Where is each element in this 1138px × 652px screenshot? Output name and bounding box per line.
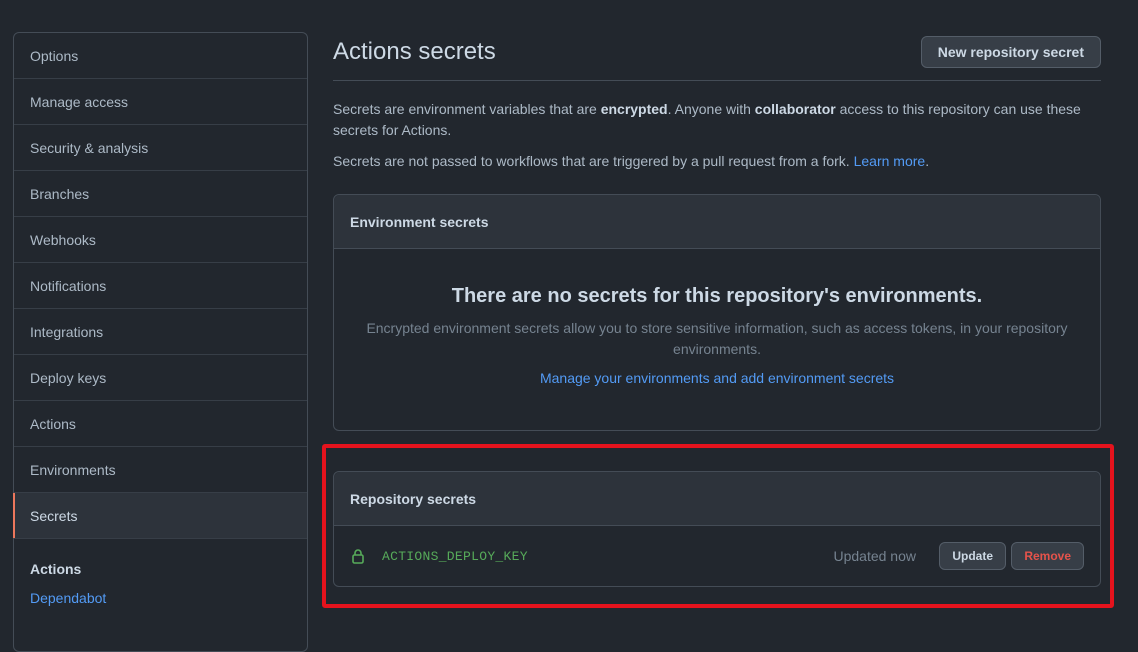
secret-row: ACTIONS_DEPLOY_KEY Updated now Update Re… — [334, 526, 1100, 586]
environment-secrets-box: Environment secrets There are no secrets… — [333, 194, 1101, 431]
page-header: Actions secrets New repository secret — [333, 36, 1101, 81]
desc-text: . Anyone with — [667, 101, 755, 117]
environment-secrets-blankslate: There are no secrets for this repository… — [334, 249, 1100, 386]
page-title: Actions secrets — [333, 38, 496, 65]
sidebar-item-manage-access[interactable]: Manage access — [14, 79, 307, 125]
sidebar-link-dependabot[interactable]: Dependabot — [14, 577, 307, 606]
settings-sidebar: Options Manage access Security & analysi… — [13, 32, 308, 652]
desc-collaborator: collaborator — [754, 101, 836, 117]
sidebar-item-options[interactable]: Options — [14, 33, 307, 79]
repository-secrets-box: Repository secrets ACTIONS_DEPLOY_KEY Up… — [333, 471, 1101, 587]
new-repository-secret-button[interactable]: New repository secret — [920, 36, 1101, 68]
fork-note-text: Secrets are not passed to workflows that… — [333, 153, 854, 169]
sidebar-item-branches[interactable]: Branches — [14, 171, 307, 217]
secret-name: ACTIONS_DEPLOY_KEY — [382, 548, 528, 564]
manage-environments-link[interactable]: Manage your environments and add environ… — [540, 370, 894, 386]
sidebar-item-actions[interactable]: Actions — [14, 401, 307, 447]
sidebar-item-notifications[interactable]: Notifications — [14, 263, 307, 309]
secret-updated-time: Updated now — [833, 548, 916, 564]
lock-icon — [352, 549, 364, 564]
sidebar-item-environments[interactable]: Environments — [14, 447, 307, 493]
fork-note-end: . — [925, 153, 930, 169]
blankslate-title: There are no secrets for this repository… — [451, 285, 983, 307]
blankslate-description: Encrypted environment secrets allow you … — [366, 320, 1068, 357]
desc-text: Secrets are environment variables that a… — [333, 101, 601, 117]
sidebar-item-deploy-keys[interactable]: Deploy keys — [14, 355, 307, 401]
learn-more-link[interactable]: Learn more — [854, 153, 926, 169]
environment-secrets-header: Environment secrets — [334, 195, 1100, 249]
update-secret-button[interactable]: Update — [939, 542, 1006, 570]
sidebar-subsection-title: Actions — [30, 561, 82, 577]
sidebar-item-security-analysis[interactable]: Security & analysis — [14, 125, 307, 171]
sidebar-item-integrations[interactable]: Integrations — [14, 309, 307, 355]
main-content: Actions secrets New repository secret Se… — [333, 36, 1101, 587]
sidebar-item-webhooks[interactable]: Webhooks — [14, 217, 307, 263]
sidebar-item-secrets[interactable]: Secrets — [13, 493, 307, 539]
fork-note: Secrets are not passed to workflows that… — [333, 151, 1101, 172]
remove-secret-button[interactable]: Remove — [1011, 542, 1084, 570]
secrets-description: Secrets are environment variables that a… — [333, 99, 1101, 141]
repository-secrets-header: Repository secrets — [334, 472, 1100, 526]
desc-encrypted: encrypted — [600, 101, 668, 117]
